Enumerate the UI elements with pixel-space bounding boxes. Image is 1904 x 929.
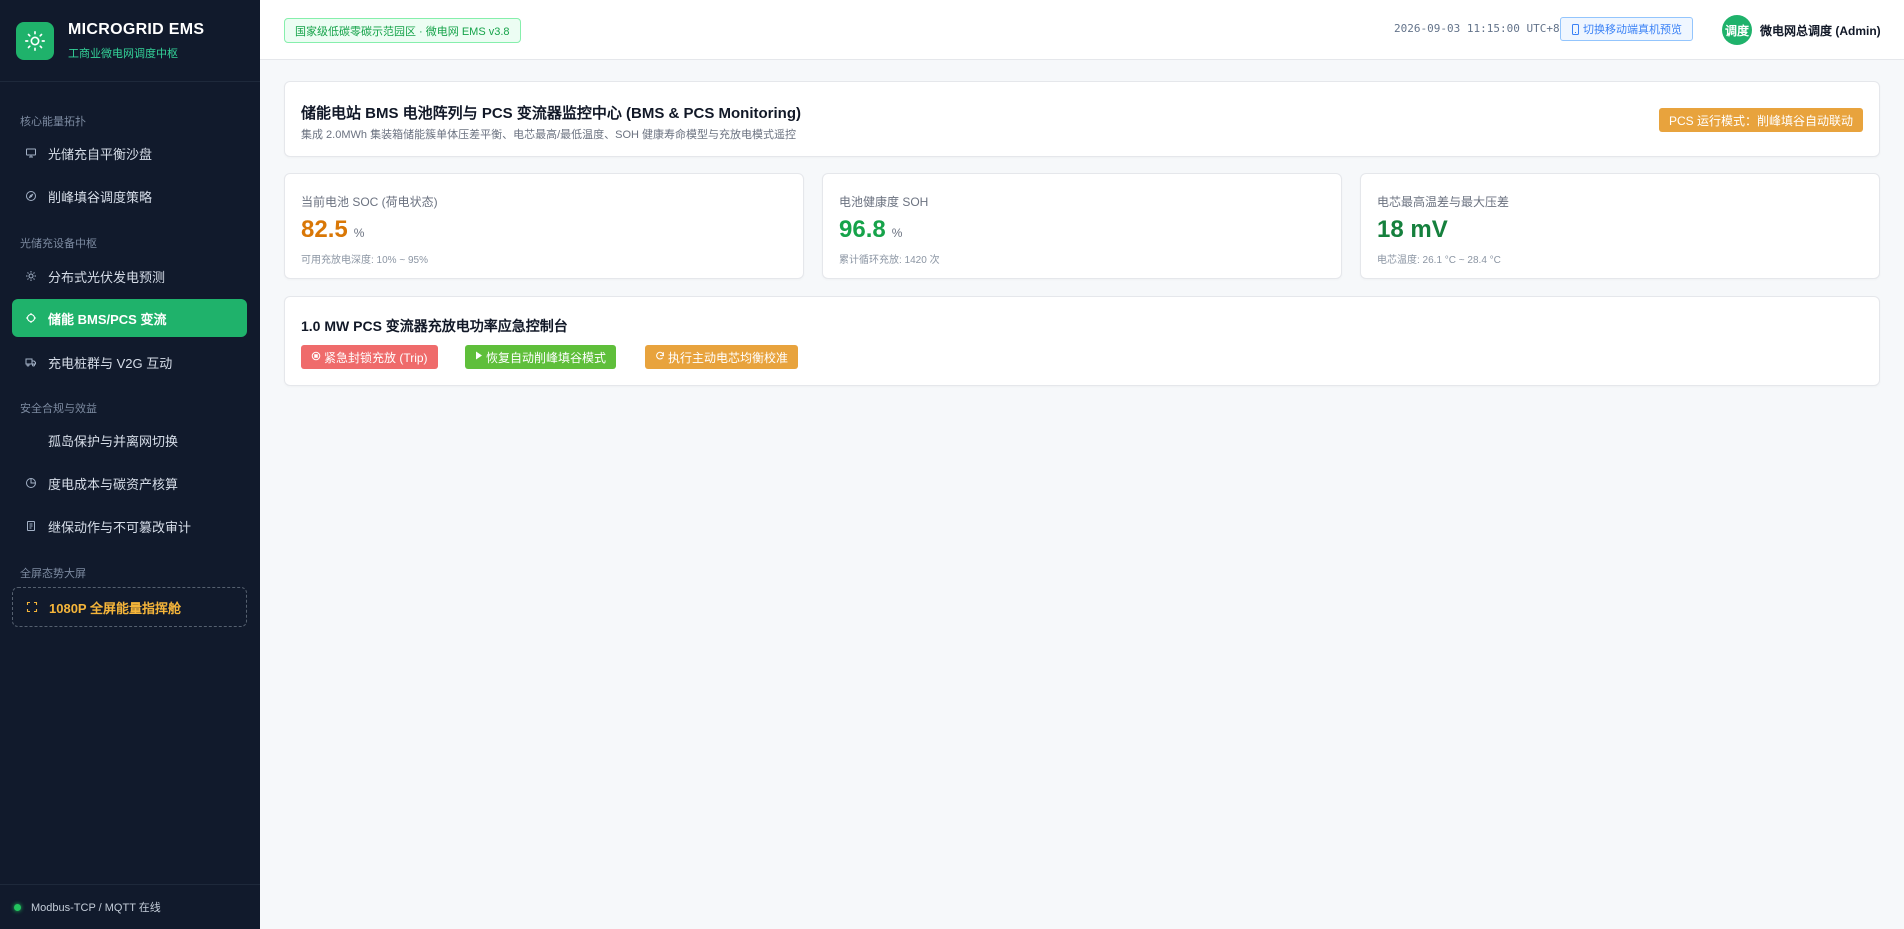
datetime: 2026-09-03 11:15:00 UTC+8: [1394, 22, 1560, 35]
connection-status-text: Modbus-TCP / MQTT 在线: [31, 902, 161, 914]
kpi-value: 82.5%: [301, 216, 364, 244]
brand: MICROGRID EMS 工商业微电网调度中枢: [0, 0, 260, 82]
sidebar-item-label: 分布式光伏发电预测: [48, 269, 166, 285]
page-title: 储能电站 BMS 电池阵列与 PCS 变流器监控中心 (BMS & PCS Mo…: [301, 105, 801, 122]
sidebar-item-peak-shaving[interactable]: 削峰填谷调度策略: [12, 177, 247, 215]
sidebar-item-label: 光储充自平衡沙盘: [48, 146, 153, 162]
sidebar-item-audit[interactable]: 继保动作与不可篡改审计: [12, 507, 247, 545]
resume-auto-button[interactable]: 恢复自动削峰填谷模式: [465, 345, 617, 369]
sidebar-item-sandbox[interactable]: 光储充自平衡沙盘: [12, 134, 247, 172]
sidebar-item-pv-forecast[interactable]: 分布式光伏发电预测: [12, 257, 247, 295]
top-header: 国家级低碳零碳示范园区 · 微电网 EMS v3.8 2026-09-03 11…: [260, 0, 1904, 60]
cell-balance-button[interactable]: 执行主动电芯均衡校准: [645, 345, 799, 369]
kpi-card-cell-delta: 电芯最高温差与最大压差 18 mV 电芯温度: 26.1 °C ~ 28.4 °…: [1360, 173, 1880, 279]
site-badge: 国家级低碳零碳示范园区 · 微电网 EMS v3.8: [284, 18, 521, 43]
kpi-label: 电芯最高温差与最大压差: [1377, 195, 1510, 209]
sidebar-item-fullscreen[interactable]: 1080P 全屏能量指挥舱: [12, 587, 247, 627]
online-dot-icon: [14, 903, 21, 911]
sun-icon: [24, 269, 38, 283]
control-title: 1.0 MW PCS 变流器充放电功率应急控制台: [301, 318, 568, 334]
nav-group-safety: 安全合规与效益: [20, 403, 97, 415]
sidebar-item-label: 储能 BMS/PCS 变流: [48, 311, 167, 327]
refresh-icon: [655, 351, 665, 364]
sidebar-item-label: 1080P 全屏能量指挥舱: [49, 600, 181, 616]
avatar[interactable]: 调度: [1722, 15, 1752, 45]
kpi-note: 累计循环充放: 1420 次: [839, 255, 940, 266]
pcs-mode-badge: PCS 运行模式：削峰填谷自动联动: [1658, 108, 1863, 132]
kpi-card-soh: 电池健康度 SOH 96.8% 累计循环充放: 1420 次: [822, 173, 1342, 279]
sidebar-item-label: 充电桩群与 V2G 互动: [48, 355, 173, 371]
page-header-card: 储能电站 BMS 电池阵列与 PCS 变流器监控中心 (BMS & PCS Mo…: [284, 81, 1880, 157]
kpi-unit: %: [353, 226, 365, 240]
emergency-trip-button[interactable]: 紧急封锁充放 (Trip): [301, 345, 438, 369]
fullscreen-icon: [25, 600, 39, 614]
button-label: 执行主动电芯均衡校准: [668, 350, 789, 365]
sidebar-item-label: 削峰填谷调度策略: [48, 189, 153, 205]
sidebar-item-bms-pcs[interactable]: 储能 BMS/PCS 变流: [12, 299, 247, 337]
kpi-label: 电池健康度 SOH: [839, 195, 929, 209]
kpi-value: 18 mV: [1377, 216, 1448, 244]
kpi-number: 18 mV: [1377, 216, 1448, 243]
monitor-icon: [24, 146, 38, 160]
button-label: 紧急封锁充放 (Trip): [324, 350, 428, 365]
document-icon: [24, 519, 38, 533]
pcs-control-card: 1.0 MW PCS 变流器充放电功率应急控制台 紧急封锁充放 (Trip) 恢…: [284, 296, 1880, 386]
connection-status: Modbus-TCP / MQTT 在线: [0, 884, 260, 929]
nav-group-core: 核心能量拓扑: [20, 116, 86, 128]
truck-icon: [24, 355, 38, 369]
kpi-label: 当前电池 SOC (荷电状态): [301, 195, 438, 209]
compass-icon: [24, 189, 38, 203]
kpi-note: 电芯温度: 26.1 °C ~ 28.4 °C: [1377, 255, 1501, 266]
mobile-preview-button[interactable]: 切换移动端真机预览: [1560, 17, 1693, 41]
play-icon: [475, 351, 483, 363]
kpi-unit: %: [891, 226, 903, 240]
sidebar-item-label: 度电成本与碳资产核算: [48, 476, 179, 492]
brand-title: MICROGRID EMS: [68, 20, 205, 38]
brand-subtitle: 工商业微电网调度中枢: [68, 47, 178, 60]
sidebar-item-label: 继保动作与不可篡改审计: [48, 519, 192, 535]
blank-icon: [24, 433, 38, 447]
sidebar-item-v2g[interactable]: 充电桩群与 V2G 互动: [12, 343, 247, 381]
sidebar: MICROGRID EMS 工商业微电网调度中枢 核心能量拓扑 光储充自平衡沙盘…: [0, 0, 260, 929]
kpi-number: 82.5: [301, 216, 348, 243]
kpi-card-soc: 当前电池 SOC (荷电状态) 82.5% 可用充放电深度: 10% ~ 95%: [284, 173, 804, 279]
pie-chart-icon: [24, 476, 38, 490]
sun-icon: [16, 21, 54, 60]
page-subtitle: 集成 2.0MWh 集装箱储能簇单体压差平衡、电芯最高/最低温度、SOH 健康寿…: [301, 129, 797, 141]
battery-icon: [24, 311, 38, 325]
stop-circle-icon: [311, 351, 321, 364]
kpi-value: 96.8%: [839, 216, 902, 244]
nav-group-bigscreen: 全屏态势大屏: [20, 568, 86, 580]
kpi-note: 可用充放电深度: 10% ~ 95%: [301, 255, 428, 266]
nav-group-devices: 光储充设备中枢: [20, 238, 97, 250]
mobile-preview-label: 切换移动端真机预览: [1583, 24, 1682, 36]
phone-icon: [1571, 23, 1580, 35]
kpi-number: 96.8: [839, 216, 886, 243]
sidebar-item-islanding[interactable]: 孤岛保护与并离网切换: [12, 421, 247, 459]
sidebar-item-label: 孤岛保护与并离网切换: [48, 433, 179, 449]
username[interactable]: 微电网总调度 (Admin): [1760, 22, 1881, 39]
sidebar-item-carbon-cost[interactable]: 度电成本与碳资产核算: [12, 464, 247, 502]
button-label: 恢复自动削峰填谷模式: [486, 350, 607, 365]
